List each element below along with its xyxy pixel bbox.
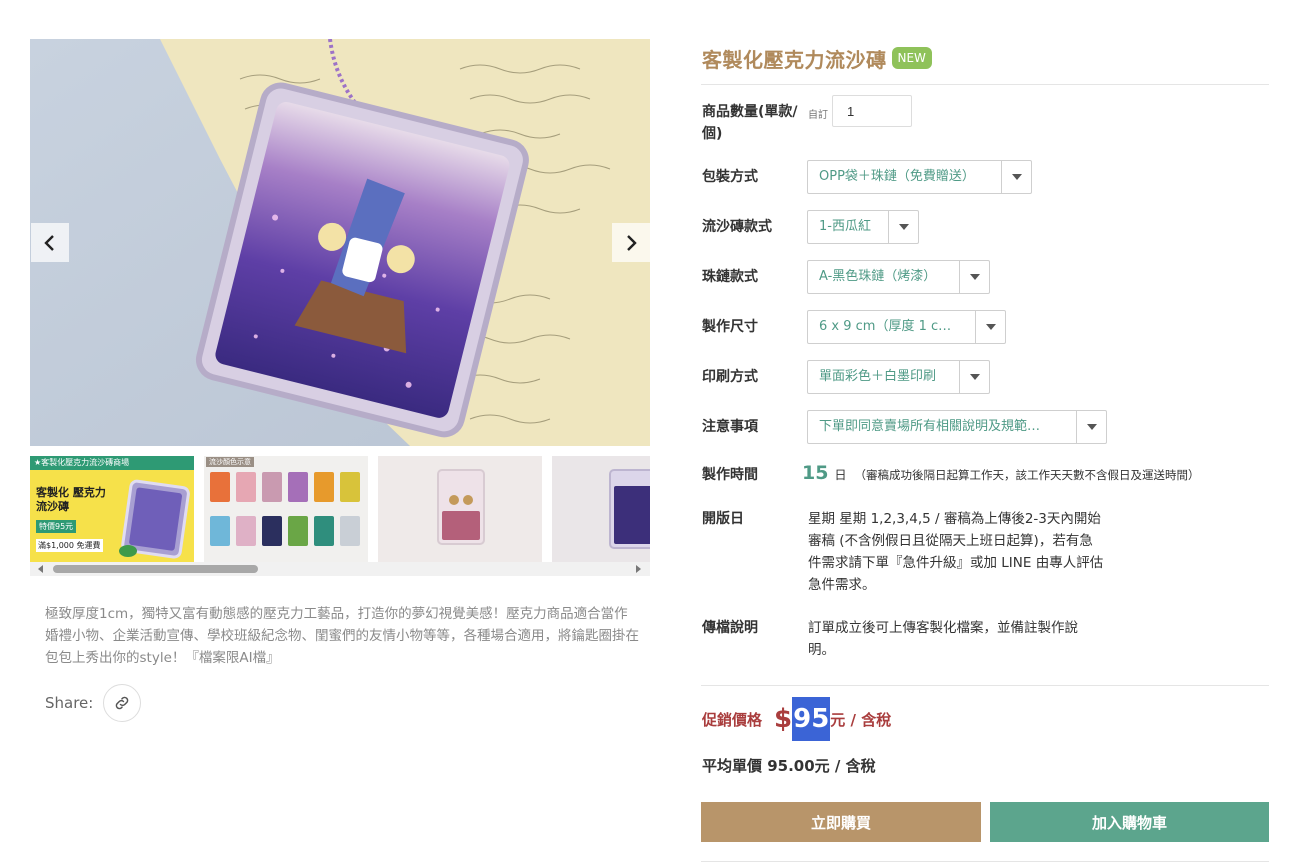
printing-value: 單面彩色＋白墨印刷 <box>819 369 937 384</box>
gallery-prev-button[interactable] <box>31 223 69 262</box>
size-select[interactable]: 6 x 9 cm（厚度 1 cm） <box>807 310 1006 344</box>
share-label: Share: <box>45 694 94 712</box>
chevron-down-icon <box>959 361 989 393</box>
chain-label: 珠鏈款式 <box>702 269 758 285</box>
scroll-right-icon[interactable] <box>636 565 641 573</box>
price-amount: 95 <box>792 697 831 741</box>
packaging-label: 包裝方式 <box>702 169 758 185</box>
price-row: 促銷價格 $ 95 元 / 含稅 <box>702 697 891 741</box>
price-label: 促銷價格 <box>702 710 763 729</box>
thumbnail-4-art <box>609 469 650 549</box>
thumbnail-1-title: 客製化 壓克力流沙磚 <box>36 486 106 513</box>
product-title: 客製化壓克力流沙磚 <box>702 47 887 72</box>
production-note: （審稿成功後隔日起算工作天，該工作天天數不含假日及運送時間） <box>854 468 1200 482</box>
production-time-label: 製作時間 <box>702 467 758 483</box>
quantity-label: 商品數量(單款/個) <box>702 104 798 142</box>
quantity-input[interactable] <box>832 95 912 127</box>
divider <box>701 685 1269 686</box>
notes-value: 下單即同意賣場所有相關說明及規範… <box>819 419 1041 434</box>
thumbnail-2-tag: 流沙顏色示意 <box>206 457 254 467</box>
gallery-next-button[interactable] <box>612 223 650 262</box>
production-time: 15 日 （審稿成功後隔日起算工作天，該工作天天數不含假日及運送時間） <box>802 462 1199 484</box>
printing-select[interactable]: 單面彩色＋白墨印刷 <box>807 360 990 394</box>
chevron-down-icon <box>959 261 989 293</box>
packaging-select[interactable]: OPP袋＋珠鏈（免費贈送） <box>807 160 1032 194</box>
release-day-text: 星期 星期 1,2,3,4,5 / 審稿為上傳後2-3天內開始審稿 (不含例假日… <box>808 511 1104 593</box>
thumbnail-1[interactable]: ★客製化壓克力流沙磚商場 客製化 壓克力流沙磚 特價95元 滿$1,000 免運… <box>30 456 194 562</box>
main-product-image <box>30 39 650 446</box>
divider <box>701 84 1269 85</box>
notes-select[interactable]: 下單即同意賣場所有相關說明及規範… <box>807 410 1107 444</box>
file-note-text: 訂單成立後可上傳客製化檔案，並備註製作說明。 <box>808 620 1078 658</box>
scroll-left-icon[interactable] <box>38 565 43 573</box>
file-note-label: 傳檔說明 <box>702 620 758 636</box>
thumbnail-1-banner: ★客製化壓克力流沙磚商場 <box>30 456 194 470</box>
thumbnail-2[interactable]: 流沙顏色示意 <box>204 456 368 562</box>
thumbnail-strip: ★客製化壓克力流沙磚商場 客製化 壓克力流沙磚 特價95元 滿$1,000 免運… <box>30 456 650 562</box>
product-title-row: 客製化壓克力流沙磚 NEW <box>702 44 932 72</box>
style-label: 流沙磚款式 <box>702 219 772 235</box>
chevron-left-icon <box>44 234 54 251</box>
thumbnail-3-art <box>437 469 485 545</box>
copy-link-button[interactable] <box>103 684 142 722</box>
new-badge: NEW <box>891 47 932 69</box>
scrollbar-thumb[interactable] <box>53 565 258 573</box>
style-value: 1-西瓜紅 <box>819 219 871 234</box>
product-description: 極致厚度1cm，獨特又富有動態感的壓克力工藝品，打造你的夢幻視覺美感！壓克力商品… <box>45 606 639 666</box>
chevron-down-icon <box>1076 411 1106 443</box>
packaging-value: OPP袋＋珠鏈（免費贈送） <box>819 169 975 184</box>
style-select[interactable]: 1-西瓜紅 <box>807 210 919 244</box>
price-suffix: 元 / 含稅 <box>830 710 892 729</box>
link-icon <box>116 696 129 710</box>
chevron-down-icon <box>1001 161 1031 193</box>
thumbnail-scrollbar[interactable] <box>30 562 650 576</box>
chain-value: A-黑色珠鏈（烤漆） <box>819 269 937 284</box>
chevron-right-icon <box>627 234 637 251</box>
buy-now-button[interactable]: 立即購買 <box>701 802 981 842</box>
price-currency: $ <box>774 704 793 734</box>
thumbnail-2-art <box>210 472 360 546</box>
add-to-cart-button[interactable]: 加入購物車 <box>990 802 1269 842</box>
average-price: 平均單價 95.00元 / 含稅 <box>702 757 876 775</box>
share-section: Share: <box>45 684 142 722</box>
printing-label: 印刷方式 <box>702 369 758 385</box>
divider <box>701 861 1269 862</box>
size-label: 製作尺寸 <box>702 319 758 335</box>
thumbnail-4[interactable] <box>552 456 650 562</box>
production-days: 15 <box>802 462 829 484</box>
chevron-down-icon <box>888 211 918 243</box>
production-days-unit: 日 <box>834 468 847 482</box>
chevron-down-icon <box>975 311 1005 343</box>
release-day-label: 開版日 <box>702 511 744 527</box>
thumbnail-1-min-order: 滿$1,000 免運費 <box>36 539 103 552</box>
size-value: 6 x 9 cm（厚度 1 cm） <box>819 319 964 334</box>
thumbnail-1-price: 特價95元 <box>36 520 77 533</box>
notes-label: 注意事項 <box>702 419 758 435</box>
chain-select[interactable]: A-黑色珠鏈（烤漆） <box>807 260 990 294</box>
quantity-custom-tag: 自訂 <box>808 110 828 121</box>
thumbnail-3[interactable] <box>378 456 542 562</box>
